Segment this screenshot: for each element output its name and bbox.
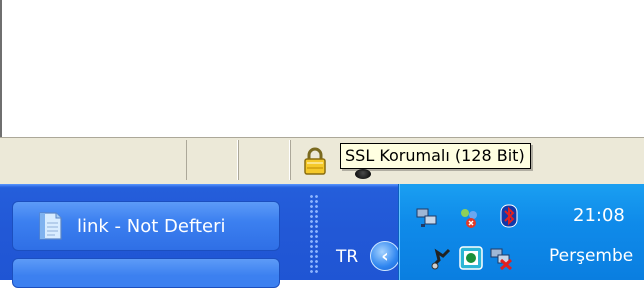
software-update-icon[interactable] [459, 246, 483, 270]
network-disconnected-icon[interactable] [489, 246, 513, 270]
browser-content-area [0, 0, 644, 137]
system-tray: 21:08 Perşembe [398, 184, 644, 280]
browser-status-bar: SSL Korumalı (128 Bit) [0, 137, 644, 184]
notepad-icon [39, 212, 62, 240]
show-hidden-icons-button[interactable]: ‹ [370, 241, 400, 271]
taskbar-grip[interactable] [309, 194, 319, 274]
lock-icon[interactable] [303, 147, 327, 175]
antivirus-icon[interactable] [429, 246, 453, 270]
clock-time[interactable]: 21:08 [573, 205, 625, 226]
taskbar-button-notepad[interactable]: link - Not Defteri [12, 201, 280, 251]
internet-zone-icon [355, 169, 371, 179]
bluetooth-icon[interactable] [497, 204, 521, 228]
language-indicator[interactable]: TR [336, 247, 358, 267]
taskbar-button-label: link - Not Defteri [77, 215, 226, 237]
status-cell [186, 140, 238, 180]
taskbar-button[interactable] [12, 258, 280, 288]
network-connections-icon[interactable] [415, 206, 439, 230]
ssl-tooltip: SSL Korumalı (128 Bit) [340, 143, 531, 169]
clock-day[interactable]: Perşembe [549, 246, 633, 266]
chevron-left-icon: ‹ [381, 245, 389, 267]
users-icon[interactable] [457, 206, 481, 230]
taskbar: link - Not Defteri TR ‹ 21:08 Perşembe [0, 184, 644, 288]
status-cell [238, 140, 290, 180]
